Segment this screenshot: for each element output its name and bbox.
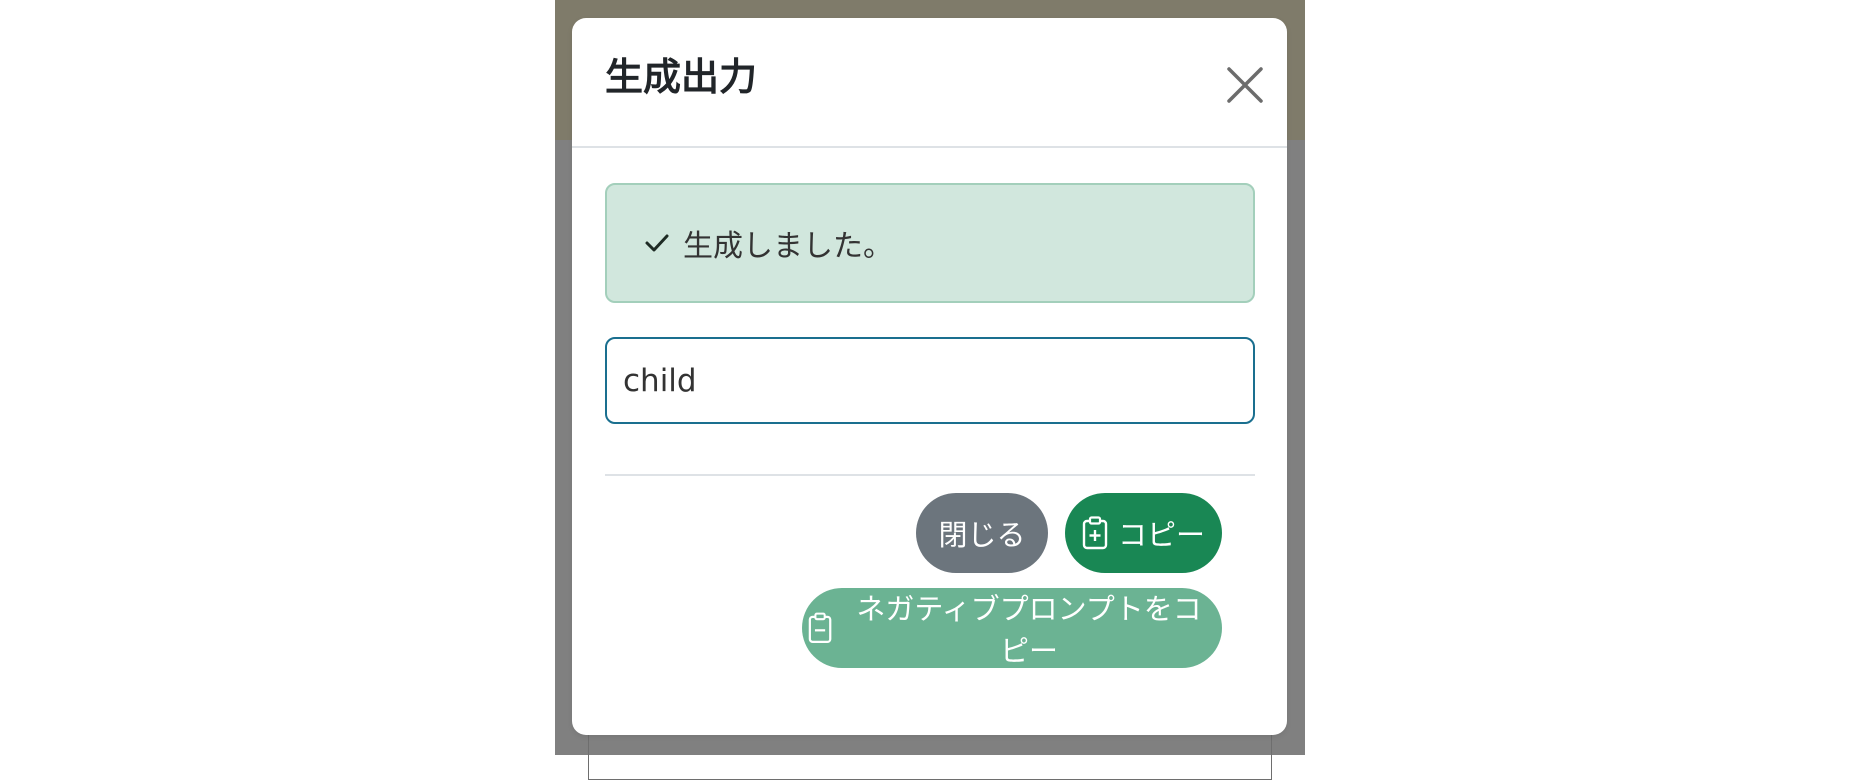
copy-negative-prompt-label: ネガティブプロンプトをコピー (856, 592, 1202, 668)
modal-title: 生成出力 (605, 55, 758, 99)
generated-output-dialog: 生成出力 生成しました。 閉じる コピー (572, 18, 1287, 735)
output-text-field[interactable] (605, 337, 1255, 424)
success-alert: 生成しました。 (605, 183, 1255, 303)
alert-message: 生成しました。 (683, 229, 893, 264)
x-icon (1227, 67, 1263, 103)
check-icon (645, 234, 669, 252)
copy-negative-prompt-button[interactable]: ネガティブプロンプトをコピー (802, 588, 1222, 668)
close-button-label: 閉じる (938, 518, 1026, 552)
modal-header: 生成出力 (572, 18, 1287, 148)
footer-divider (605, 474, 1255, 476)
clipboard-plus-icon (1082, 516, 1108, 550)
close-button[interactable]: 閉じる (916, 493, 1048, 573)
clipboard-minus-icon (808, 612, 832, 644)
copy-button[interactable]: コピー (1065, 493, 1222, 573)
close-dialog-button[interactable] (1223, 63, 1267, 107)
copy-button-label: コピー (1117, 518, 1205, 552)
